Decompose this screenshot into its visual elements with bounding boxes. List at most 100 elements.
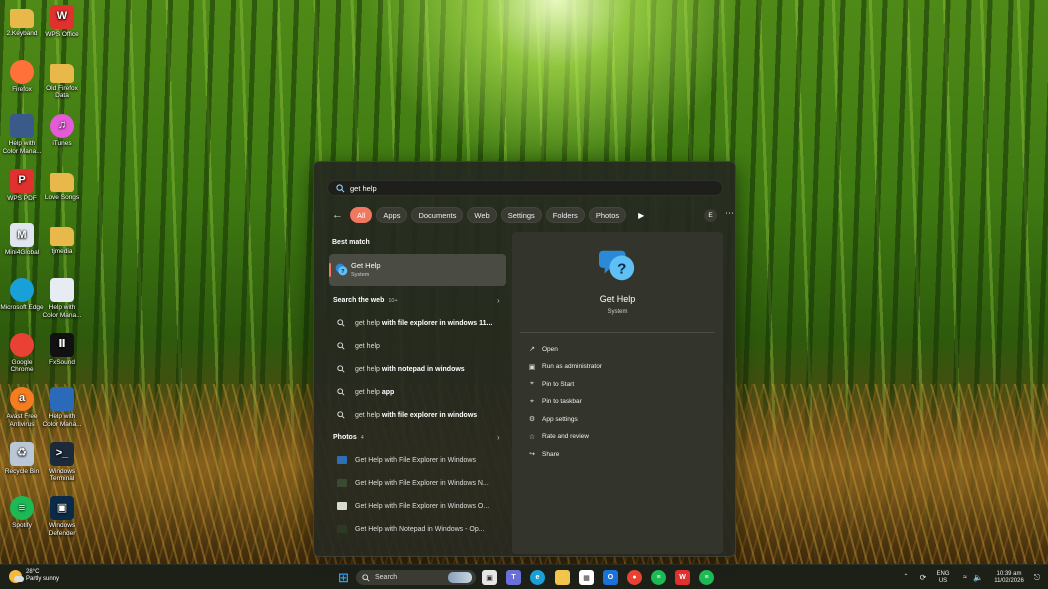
detail-action[interactable]: ⚙ App settings — [527, 412, 578, 426]
pin-icon: ⌖ — [530, 380, 534, 387]
best-match-item[interactable]: ? Get Help System — [329, 254, 506, 286]
detail-app-name: Get Help — [599, 294, 636, 304]
account-avatar[interactable]: E — [704, 209, 717, 222]
web-result[interactable]: get help app — [329, 383, 509, 401]
task-view-icon[interactable]: ▣ — [482, 570, 497, 585]
desktop-icon[interactable]: ♫ iTunes — [40, 114, 84, 148]
chevron-up-icon[interactable]: ˆ — [901, 565, 911, 589]
desktop-icon-label: Windows Terminal — [48, 467, 76, 483]
chevron-right-icon[interactable]: › — [497, 433, 500, 442]
photo-thumbnail — [337, 502, 347, 510]
volume-icon[interactable]: 🔈 — [973, 565, 983, 589]
desktop-icon[interactable]: M Mini4Global — [0, 223, 44, 257]
notification-bell-icon[interactable]: ⎋ — [1032, 565, 1042, 589]
get-help-large-icon: ? — [599, 250, 635, 281]
detail-action[interactable]: ⌖ Pin to Start — [527, 377, 574, 391]
filter-apps[interactable]: Apps — [376, 207, 408, 223]
chrome-icon[interactable]: ● — [627, 570, 642, 585]
desktop-icon[interactable]: P WPS PDF — [0, 168, 44, 203]
wps-office-icon[interactable]: W — [675, 570, 690, 585]
desktop-icon[interactable]: Help with Color Mana... — [0, 114, 44, 155]
detail-action[interactable]: ↗ Open — [527, 342, 558, 356]
desktop-icon[interactable]: Help with Color Mana... — [40, 387, 84, 428]
language-code: ENG — [936, 570, 950, 577]
desktop-icon-label: WPS Office — [45, 31, 79, 38]
photo-result[interactable]: Get Help with File Explorer in Windows O… — [329, 497, 509, 515]
filter-documents[interactable]: Documents — [411, 207, 464, 223]
desktop-icon[interactable]: Microsoft Edge — [0, 278, 44, 312]
desktop-icon-label: Love Songs — [44, 193, 80, 201]
web-result[interactable]: get help with notepad in windows — [329, 360, 509, 378]
best-match-name: Get Help — [351, 261, 381, 270]
search-input[interactable]: get help — [327, 180, 723, 196]
wifi-icon[interactable]: ≈ — [960, 565, 970, 589]
desktop-icon-label: Windows Defender — [48, 522, 76, 537]
outlook-icon[interactable]: O — [603, 570, 618, 585]
detail-action[interactable]: ⌖ Pin to taskbar — [527, 395, 582, 409]
desktop-icon[interactable]: Old Firefox Data — [40, 60, 84, 100]
desktop-icon[interactable]: Google Chrome — [0, 332, 44, 374]
filter-settings[interactable]: Settings — [500, 207, 542, 223]
desktop-icon-label: Google Chrome — [10, 358, 34, 374]
desktop-icon[interactable]: 2.Keyband — [0, 5, 44, 38]
search-icon — [337, 388, 351, 396]
spotify-icon: ≡ — [10, 496, 34, 521]
desktop-icon[interactable]: tjmedia — [40, 223, 84, 256]
document-icon — [50, 387, 74, 412]
weather-widget[interactable]: 28°C Partly sunny — [9, 569, 59, 583]
filter-photos[interactable]: Photos — [588, 207, 627, 223]
web-result[interactable]: get help — [329, 337, 509, 355]
web-result-suggestion: with file explorer in windows — [379, 411, 478, 419]
detail-action[interactable]: ☆ Rate and review — [527, 430, 589, 444]
detail-action[interactable]: ▣ Run as administrator — [527, 360, 602, 374]
filter-folders[interactable]: Folders — [545, 207, 585, 223]
edge-icon[interactable]: e — [530, 570, 545, 585]
photos-heading[interactable]: Photos 4 — [333, 434, 364, 441]
desktop-icon[interactable]: W WPS Office — [40, 5, 84, 39]
search-web-heading[interactable]: Search the web 10+ — [333, 297, 398, 304]
desktop-icon[interactable]: >_ Windows Terminal — [40, 441, 84, 483]
play-icon[interactable]: ▶ — [638, 211, 644, 220]
detail-action[interactable]: ↪ Share — [527, 447, 559, 461]
photo-result[interactable]: Get Help with Notepad in Windows - Op... — [329, 520, 509, 538]
desktop-icon[interactable]: Help with Color Mana... — [40, 278, 84, 319]
desktop-icon-label: tjmedia — [51, 248, 73, 256]
teams-icon[interactable]: T — [506, 570, 521, 585]
back-arrow-icon[interactable]: ← — [332, 209, 346, 221]
folder-icon — [50, 227, 74, 247]
desktop-icon[interactable]: ≡ Spotify — [0, 496, 44, 530]
desktop-icon[interactable]: a Avast Free Antivirus — [0, 387, 44, 428]
detail-pane: ? Get Help System ↗ Open ▣ Run as administr… — [512, 232, 723, 554]
search-icon — [337, 342, 351, 350]
store-icon[interactable]: ▦ — [579, 570, 594, 585]
photo-result[interactable]: Get Help with File Explorer in Windows N… — [329, 474, 509, 492]
sync-icon[interactable]: ⟳ — [917, 565, 929, 589]
search-icon — [336, 183, 345, 192]
filter-row: ← All Apps Documents Web Settings Folder… — [332, 206, 734, 224]
more-options-icon[interactable]: ⋯ — [725, 208, 735, 219]
desktop-icon[interactable]: ♻ Recycle Bin — [0, 441, 44, 476]
document-icon — [10, 114, 34, 139]
file-explorer-icon[interactable] — [555, 570, 570, 585]
desktop-icon[interactable]: Firefox — [0, 59, 44, 94]
desktop-icon[interactable]: ▣ Windows Defender — [40, 496, 84, 537]
chevron-right-icon[interactable]: › — [497, 296, 500, 305]
desktop-icon-label: Mini4Global — [4, 249, 40, 257]
desktop-icon[interactable]: Love Songs — [40, 169, 84, 202]
web-result[interactable]: get help with file explorer in windows 1… — [329, 314, 509, 332]
filter-web[interactable]: Web — [467, 207, 497, 223]
web-result[interactable]: get help with file explorer in windows — [329, 406, 509, 424]
photo-result-title: Get Help with File Explorer in Windows N… — [355, 479, 489, 487]
detail-action-label: App settings — [542, 415, 578, 423]
desktop-icon[interactable]: Ⅱ FxSound — [40, 332, 84, 367]
spotify-icon[interactable]: ≡ — [651, 570, 666, 585]
start-icon[interactable]: ⊞ — [336, 570, 351, 585]
taskbar-search-label: Search — [375, 574, 398, 581]
clock[interactable]: 10:39 am 11/02/2026 — [988, 565, 1030, 589]
filter-all[interactable]: All — [350, 207, 373, 223]
photo-result[interactable]: Get Help with File Explorer in Windows — [329, 451, 509, 469]
taskbar-search-box[interactable]: Search — [356, 570, 476, 585]
spotify-icon[interactable]: ≡ — [699, 570, 714, 585]
desktop-icon-label: Firefox — [12, 85, 32, 93]
language-indicator[interactable]: ENG US — [934, 565, 952, 589]
